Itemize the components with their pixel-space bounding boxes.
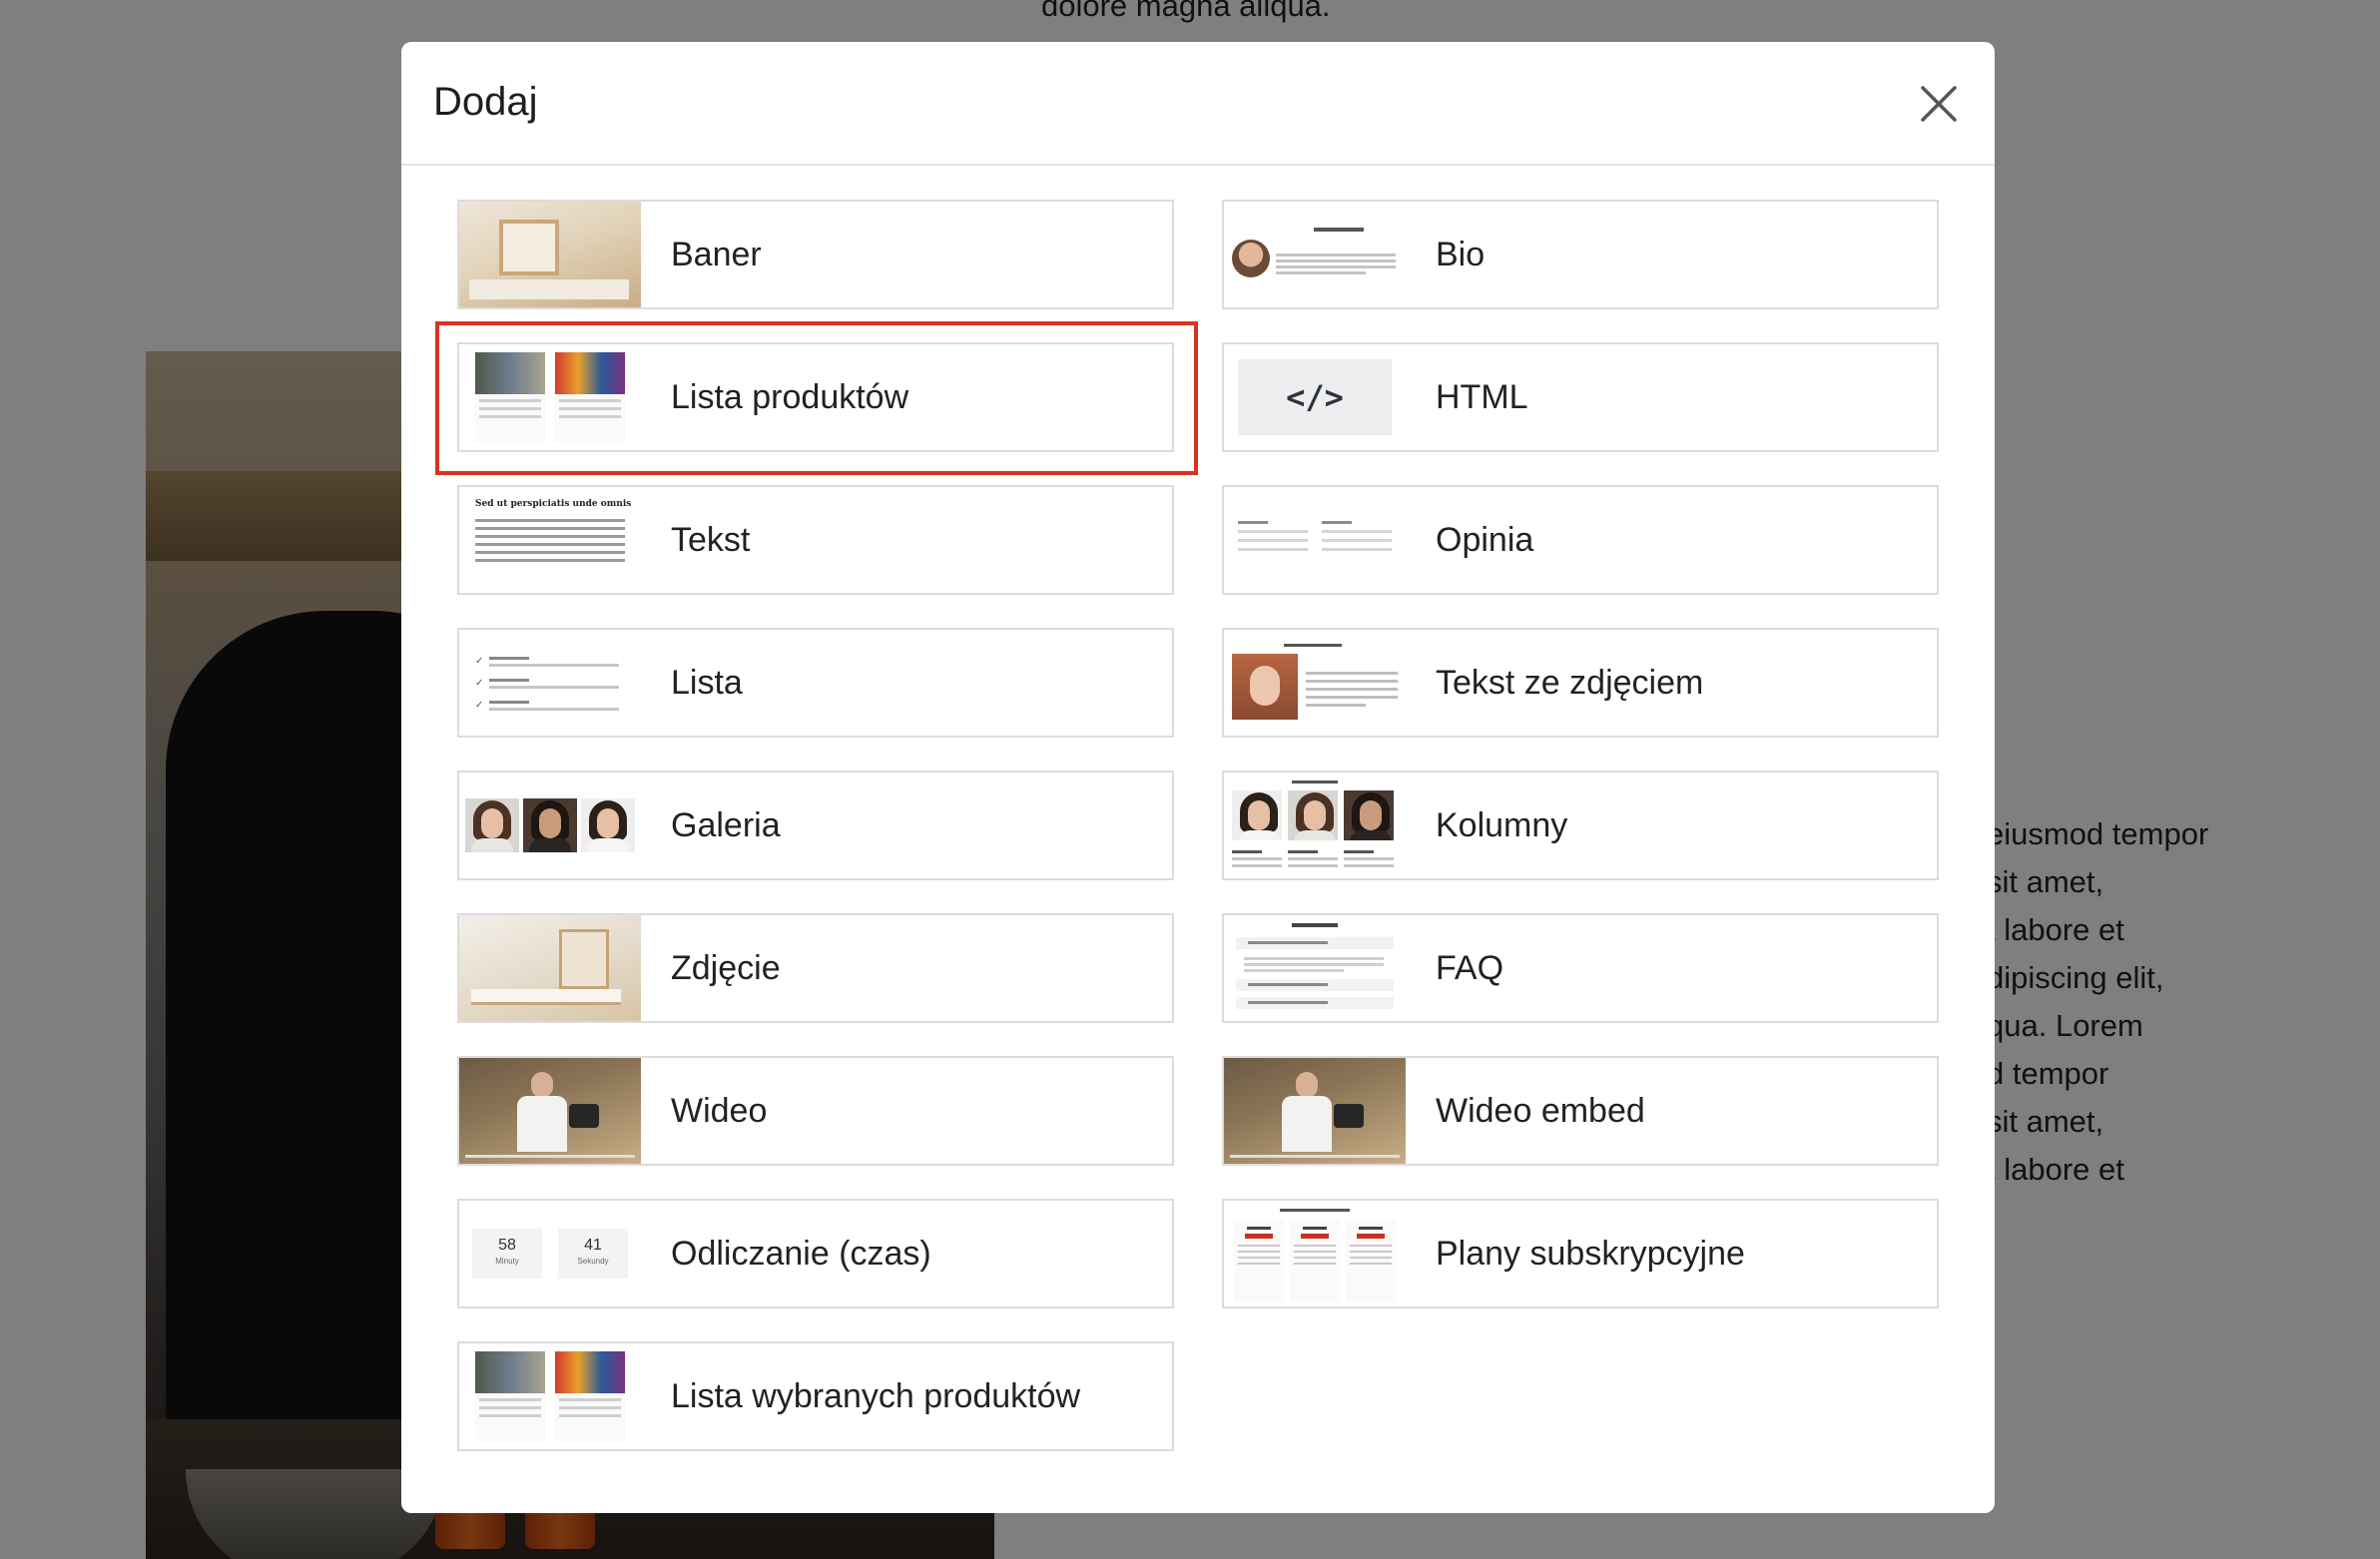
- html-thumbnail: </>: [1224, 344, 1406, 450]
- list-thumbnail: ✓ ✓ ✓: [459, 630, 641, 736]
- block-option-wideo[interactable]: Wideo: [457, 1056, 1174, 1166]
- block-option-label: Lista: [671, 663, 743, 702]
- block-option-label: Bio: [1436, 235, 1486, 273]
- block-option-faq[interactable]: FAQ: [1222, 913, 1939, 1023]
- block-option-kolumny[interactable]: Kolumny: [1222, 771, 1939, 880]
- block-option-label: Tekst ze zdjęciem: [1436, 663, 1704, 702]
- video-embed-thumbnail: [1224, 1058, 1406, 1164]
- text-thumbnail-heading: Sed ut perspiciatis unde omnis: [475, 499, 632, 509]
- block-option-label: Kolumny: [1436, 805, 1568, 844]
- text-thumbnail: Sed ut perspiciatis unde omnis: [459, 487, 641, 593]
- block-option-bio[interactable]: Bio: [1222, 200, 1939, 309]
- testimonial-thumbnail: [1224, 487, 1406, 593]
- close-icon: [1921, 86, 1957, 122]
- block-option-label: Plany subskrypcyjne: [1436, 1234, 1745, 1273]
- selected-products-thumbnail: [459, 1343, 641, 1449]
- block-option-label: FAQ: [1436, 948, 1504, 987]
- code-icon: </>: [1238, 359, 1392, 435]
- block-option-label: Wideo embed: [1436, 1091, 1645, 1130]
- plans-thumbnail: [1224, 1201, 1406, 1306]
- check-icon: ✓: [475, 656, 484, 667]
- faq-thumbnail: [1224, 915, 1406, 1021]
- block-option-lista-wybranych[interactable]: Lista wybranych produktów: [457, 1341, 1174, 1451]
- block-option-lista-produktow[interactable]: Lista produktów: [457, 342, 1174, 452]
- check-icon: ✓: [475, 678, 484, 689]
- block-option-galeria[interactable]: Galeria: [457, 771, 1174, 880]
- gallery-thumbnail: [459, 773, 641, 878]
- block-option-baner[interactable]: Baner: [457, 200, 1174, 309]
- block-option-html[interactable]: </> HTML: [1222, 342, 1939, 452]
- block-option-label: Wideo: [671, 1091, 768, 1130]
- block-option-label: Galeria: [671, 805, 781, 844]
- block-option-label: Tekst: [671, 520, 751, 559]
- block-option-label: Odliczanie (czas): [671, 1234, 931, 1273]
- avatar: [1232, 240, 1270, 277]
- block-option-label: Baner: [671, 235, 762, 273]
- block-option-zdjecie[interactable]: Zdjęcie: [457, 913, 1174, 1023]
- block-option-label: Lista produktów: [671, 377, 909, 416]
- product-list-thumbnail: [459, 344, 641, 450]
- block-option-opinia[interactable]: Opinia: [1222, 485, 1939, 595]
- check-icon: ✓: [475, 700, 484, 711]
- modal-title: Dodaj: [433, 80, 538, 124]
- countdown-thumbnail: 58 Minuty 41 Sekundy: [459, 1201, 641, 1306]
- baner-thumbnail: [459, 202, 641, 307]
- block-option-wideo-embed[interactable]: Wideo embed: [1222, 1056, 1939, 1166]
- block-option-odliczanie[interactable]: 58 Minuty 41 Sekundy Odliczanie (czas): [457, 1199, 1174, 1308]
- block-option-lista[interactable]: ✓ ✓ ✓ Lista: [457, 628, 1174, 738]
- block-option-label: Lista wybranych produktów: [671, 1376, 1081, 1415]
- bio-thumbnail: [1224, 202, 1406, 307]
- block-option-label: Opinia: [1436, 520, 1534, 559]
- block-option-plany[interactable]: Plany subskrypcyjne: [1222, 1199, 1939, 1308]
- columns-thumbnail: [1224, 773, 1406, 878]
- block-option-tekst-ze-zdjeciem[interactable]: Tekst ze zdjęciem: [1222, 628, 1939, 738]
- block-option-tekst[interactable]: Sed ut perspiciatis unde omnis Tekst: [457, 485, 1174, 595]
- photo-thumbnail: [459, 915, 641, 1021]
- block-option-label: HTML: [1436, 377, 1528, 416]
- block-option-label: Zdjęcie: [671, 948, 781, 987]
- close-button[interactable]: [1913, 78, 1965, 130]
- add-block-modal: Dodaj Baner Lista produktów Sed ut persp…: [401, 42, 1995, 1513]
- modal-header: Dodaj: [401, 42, 1995, 166]
- video-thumbnail: [459, 1058, 641, 1164]
- text-image-thumbnail: [1224, 630, 1406, 736]
